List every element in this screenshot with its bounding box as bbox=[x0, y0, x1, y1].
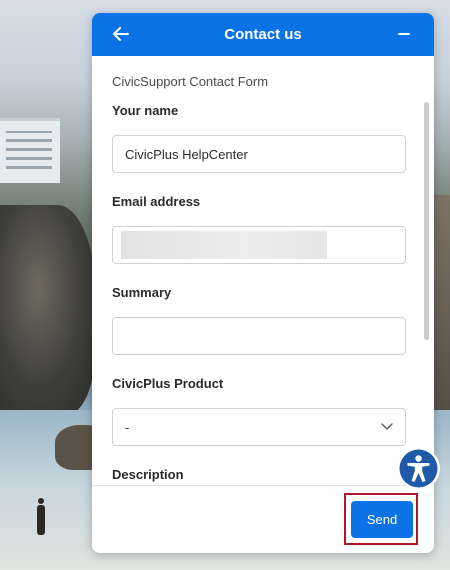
product-select[interactable]: - bbox=[112, 408, 406, 446]
background-person bbox=[37, 498, 45, 535]
name-field: Your name CivicPlus HelpCenter bbox=[112, 103, 408, 173]
contact-form: CivicSupport Contact Form Your name Civi… bbox=[92, 56, 434, 483]
chevron-down-icon bbox=[381, 423, 393, 430]
widget-header: Contact us bbox=[92, 13, 434, 56]
background-cliff bbox=[0, 205, 95, 415]
minimize-button[interactable] bbox=[392, 22, 416, 46]
form-title: CivicSupport Contact Form bbox=[112, 74, 269, 89]
name-input-value: CivicPlus HelpCenter bbox=[125, 146, 248, 162]
background-building bbox=[0, 118, 60, 183]
name-input[interactable]: CivicPlus HelpCenter bbox=[112, 135, 406, 173]
product-label: CivicPlus Product bbox=[112, 376, 224, 391]
contact-widget: Contact us CivicSupport Contact Form You… bbox=[92, 13, 434, 553]
summary-field: Summary bbox=[112, 285, 408, 355]
accessibility-person-icon bbox=[399, 449, 438, 488]
back-button[interactable] bbox=[109, 22, 133, 46]
name-label: Your name bbox=[112, 103, 179, 118]
email-label: Email address bbox=[112, 194, 201, 209]
widget-title: Contact us bbox=[224, 26, 302, 43]
form-scroll-area[interactable]: CivicSupport Contact Form Your name Civi… bbox=[92, 56, 434, 485]
minus-icon bbox=[398, 33, 410, 35]
email-input[interactable] bbox=[112, 226, 406, 264]
widget-footer: Send bbox=[92, 485, 434, 553]
arrow-left-icon bbox=[113, 27, 129, 41]
send-button[interactable]: Send bbox=[351, 501, 413, 538]
email-redacted-value bbox=[121, 231, 327, 259]
description-label: Description bbox=[112, 467, 184, 482]
accessibility-button[interactable] bbox=[397, 447, 440, 490]
description-field: Description bbox=[112, 467, 408, 483]
summary-input[interactable] bbox=[112, 317, 406, 355]
email-field: Email address bbox=[112, 194, 408, 264]
summary-label: Summary bbox=[112, 285, 172, 300]
product-select-value: - bbox=[125, 419, 130, 435]
product-field: CivicPlus Product - bbox=[112, 376, 408, 446]
scrollbar[interactable] bbox=[424, 102, 429, 340]
